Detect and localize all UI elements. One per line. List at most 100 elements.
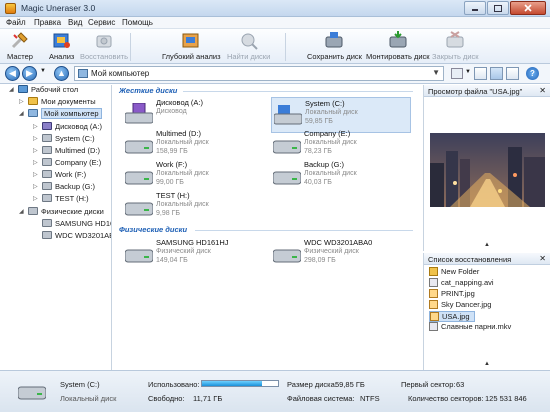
history-dropdown-icon[interactable]: ▼ bbox=[40, 68, 46, 74]
close-disk-icon bbox=[445, 31, 465, 50]
recovery-item-sky-dancer[interactable]: Sky Dancer.jpg bbox=[429, 300, 491, 311]
recovery-item-print[interactable]: PRINT.jpg bbox=[429, 289, 475, 300]
drive-icon bbox=[42, 182, 52, 190]
video-file-icon bbox=[429, 278, 438, 287]
computer-icon bbox=[78, 69, 88, 78]
close-disk-button[interactable]: Закрыть диск bbox=[432, 31, 479, 61]
close-button[interactable] bbox=[510, 1, 546, 15]
status-free-value: 11,71 ГБ bbox=[193, 394, 223, 403]
deep-analysis-button[interactable]: Глубокий анализ bbox=[162, 31, 221, 61]
preview-title: Просмотр файла "USA.jpg" bbox=[428, 87, 523, 96]
maximize-button[interactable] bbox=[487, 1, 509, 15]
floppy-drive-icon bbox=[124, 102, 154, 125]
tree-item-samsung[interactable]: SAMSUNG HD16 bbox=[42, 219, 111, 230]
status-size-label: Размер диска: bbox=[287, 380, 337, 389]
address-field[interactable]: Мой компьютер ▼ bbox=[74, 66, 444, 81]
tree-item-documents[interactable]: ▷ Мои документы bbox=[19, 97, 96, 108]
layout-left-icon[interactable] bbox=[474, 67, 487, 80]
drive-icon bbox=[272, 134, 302, 156]
used-space-bar bbox=[201, 380, 279, 387]
drive-icon bbox=[28, 207, 38, 215]
tree-item-drive-c[interactable]: ▷ System (C:) bbox=[33, 134, 95, 145]
tree-item-drive-f[interactable]: ▷ Work (F:) bbox=[33, 170, 86, 181]
tree-item-desktop[interactable]: ◢ Рабочий стол bbox=[9, 85, 78, 96]
recovery-close-icon[interactable]: ✕ bbox=[539, 254, 546, 263]
find-disks-button[interactable]: Найти диски bbox=[227, 31, 270, 61]
tree-item-drive-g[interactable]: ▷ Backup (G:) bbox=[33, 182, 95, 193]
status-drive-name: System (C:) bbox=[60, 380, 100, 389]
drive-icon bbox=[124, 165, 154, 187]
forward-icon[interactable]: ▶ bbox=[22, 66, 37, 81]
recovery-title: Список восстановления bbox=[428, 255, 512, 264]
splitter-up-icon[interactable]: ▲ bbox=[484, 361, 490, 367]
tree-item-drive-h[interactable]: ▷ TEST (H:) bbox=[33, 194, 89, 205]
folder-icon bbox=[28, 97, 38, 105]
help-icon[interactable]: ? bbox=[526, 67, 539, 80]
drive-h[interactable]: TEST (H:) Локальный диск 9,98 ГБ bbox=[123, 190, 263, 226]
splitter-up-icon[interactable]: ▲ bbox=[484, 242, 490, 248]
preview-close-icon[interactable]: ✕ bbox=[539, 86, 546, 95]
mount-disk-icon bbox=[388, 31, 408, 50]
app-icon bbox=[5, 3, 16, 14]
wizard-icon bbox=[10, 31, 30, 50]
tree-item-physical-disks[interactable]: ◢ Физические диски bbox=[19, 207, 104, 218]
image-file-icon bbox=[429, 289, 438, 298]
tree-item-drive-a[interactable]: ▷ Дисковод (A:) bbox=[33, 122, 102, 133]
status-size-value: 59,85 ГБ bbox=[335, 380, 365, 389]
status-sector-count-value: 125 531 846 bbox=[485, 394, 527, 403]
layout-center-icon[interactable] bbox=[490, 67, 503, 80]
drive-icon bbox=[124, 134, 154, 156]
minimize-button[interactable] bbox=[464, 1, 486, 15]
drive-icon bbox=[272, 243, 302, 265]
analyze-button[interactable]: Анализ bbox=[49, 31, 74, 61]
drive-g[interactable]: Backup (G:) Локальный диск 40,03 ГБ bbox=[271, 159, 411, 195]
wizard-button[interactable]: Мастер bbox=[7, 31, 33, 61]
restore-button[interactable]: Восстановить bbox=[80, 31, 128, 61]
section-physical-disks: Физические диски bbox=[119, 225, 188, 234]
drive-icon bbox=[42, 134, 52, 142]
physical-disk-samsung[interactable]: SAMSUNG HD161HJ Физический диск 149,04 Г… bbox=[123, 237, 263, 273]
image-file-icon bbox=[429, 300, 438, 309]
recovery-item-cat-napping[interactable]: cat_napping.avi bbox=[429, 278, 494, 289]
drives-view: Жесткие диски Дисковод (A:) Дисковод Sys… bbox=[113, 85, 422, 370]
tree-item-drive-e[interactable]: ▷ Company (E:) bbox=[33, 158, 101, 169]
menu-help[interactable]: Помощь bbox=[122, 18, 153, 27]
save-disk-icon bbox=[324, 31, 344, 50]
drive-icon bbox=[272, 165, 302, 187]
menu-service[interactable]: Сервис bbox=[88, 18, 115, 27]
recovery-item-slavnye[interactable]: Славные парни.mkv bbox=[429, 322, 511, 333]
analyze-icon bbox=[52, 31, 72, 50]
title-bar: Magic Uneraser 3.0 bbox=[0, 0, 550, 17]
tree-item-drive-d[interactable]: ▷ Multimed (D:) bbox=[33, 146, 100, 157]
drive-icon bbox=[42, 158, 52, 166]
status-drive-type: Локальный диск bbox=[60, 394, 117, 403]
recovery-item-new-folder[interactable]: New Folder bbox=[429, 267, 479, 278]
address-value: Мой компьютер bbox=[91, 69, 150, 78]
status-first-sector-value: 63 bbox=[456, 380, 465, 389]
view-menu-icon[interactable] bbox=[451, 68, 463, 79]
layout-right-icon[interactable] bbox=[506, 67, 519, 80]
physical-disk-wdc[interactable]: WDC WD3201ABA0 Физический диск 298,09 ГБ bbox=[271, 237, 411, 273]
menu-edit[interactable]: Правка bbox=[34, 18, 61, 27]
status-free-label: Свободно: bbox=[148, 394, 185, 403]
tree-item-my-computer[interactable]: ◢ Мой компьютер bbox=[19, 108, 102, 120]
deep-analysis-icon bbox=[181, 31, 201, 50]
menu-view[interactable]: Вид bbox=[68, 18, 82, 27]
back-icon[interactable]: ◀ bbox=[5, 66, 20, 81]
toolbar: Мастер Анализ Восстановить Глубокий анал… bbox=[0, 29, 550, 64]
drive-icon bbox=[42, 146, 52, 154]
address-dropdown-icon[interactable]: ▼ bbox=[432, 68, 440, 77]
status-used-label: Использовано: bbox=[148, 380, 200, 389]
preview-image bbox=[430, 133, 545, 207]
recovery-item-usa[interactable]: USA.jpg bbox=[429, 311, 475, 322]
window-title: Magic Uneraser 3.0 bbox=[21, 3, 96, 13]
save-disk-button[interactable]: Сохранить диск bbox=[307, 31, 362, 61]
computer-icon bbox=[28, 109, 38, 117]
mount-disk-button[interactable]: Монтировать диск bbox=[366, 31, 430, 61]
up-icon[interactable]: ▲ bbox=[54, 66, 69, 81]
menu-file[interactable]: Файл bbox=[6, 18, 26, 27]
system-drive-icon bbox=[273, 104, 303, 126]
recovery-panel: Список восстановления ✕ New Folder cat_na… bbox=[423, 253, 550, 370]
tree-item-wdc[interactable]: WDC WD3201AB bbox=[42, 231, 111, 242]
view-dropdown-icon[interactable]: ▼ bbox=[465, 69, 471, 75]
